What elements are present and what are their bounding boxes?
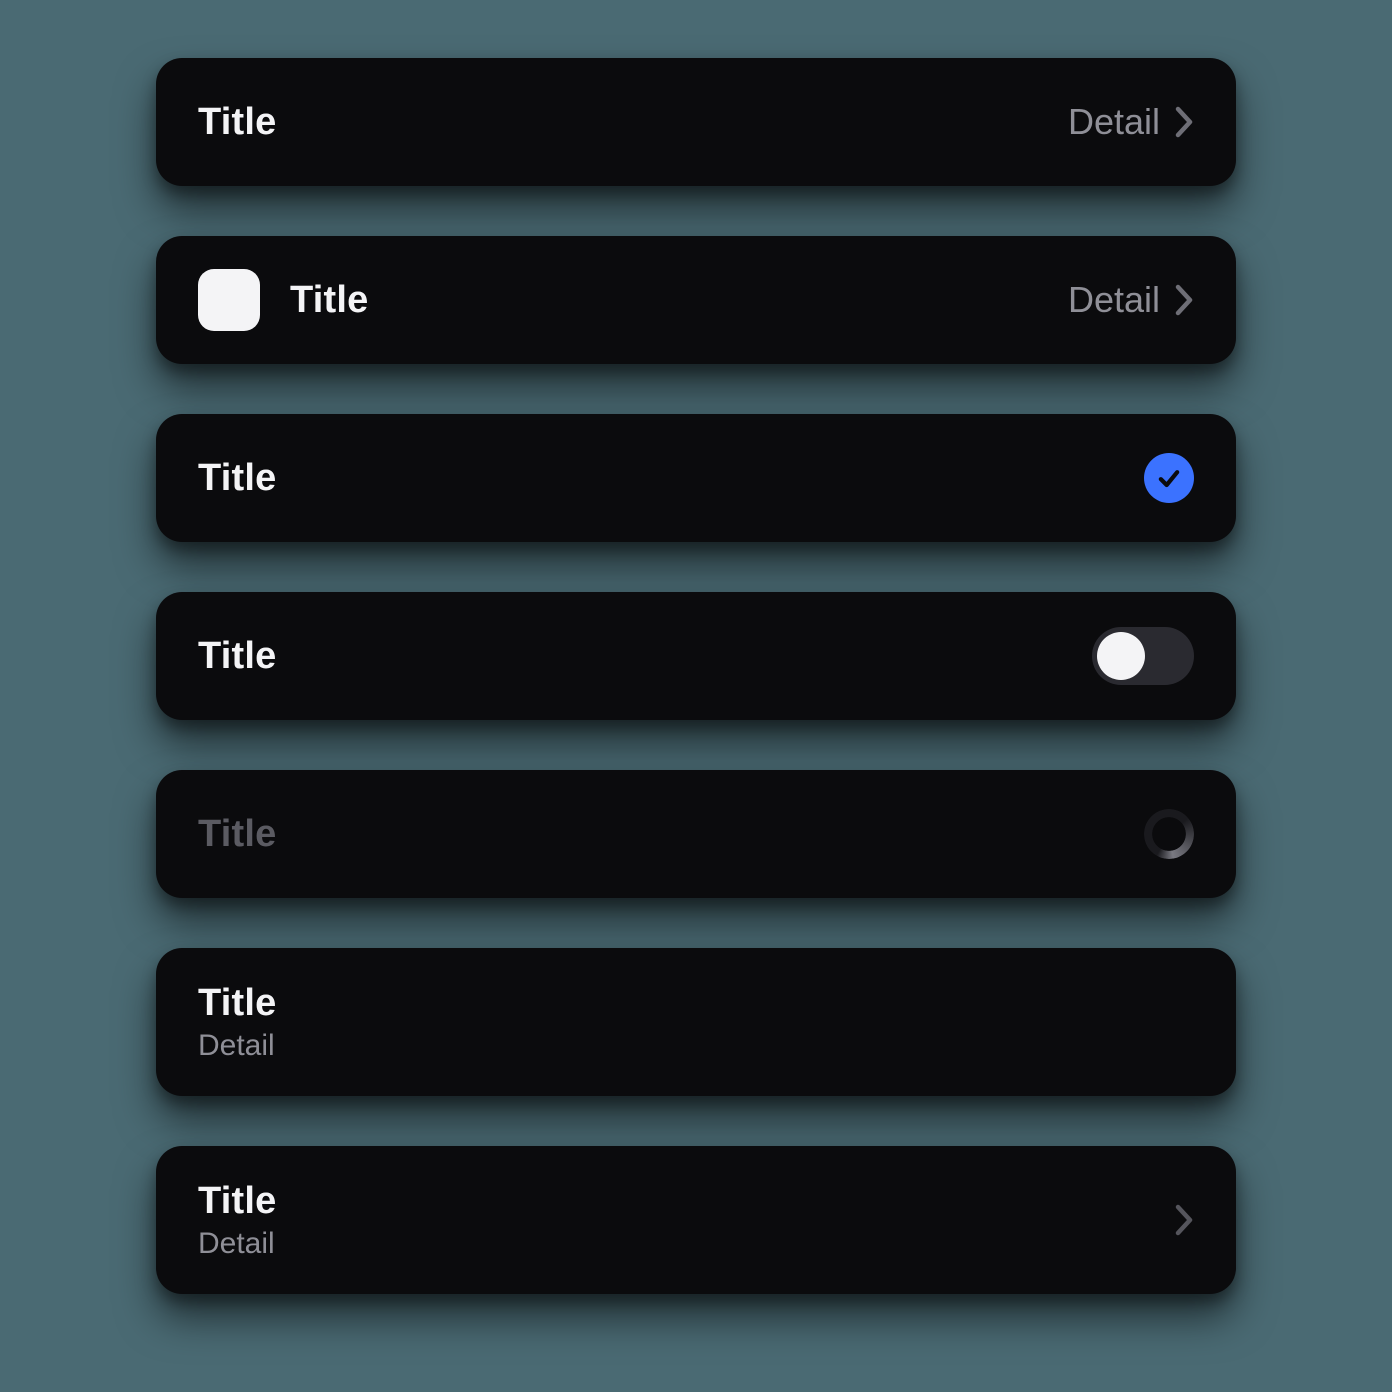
row-title: Title [198, 813, 276, 856]
chevron-right-icon [1174, 283, 1194, 317]
row-title: Title [290, 279, 368, 322]
chevron-right-icon [1174, 1203, 1194, 1237]
row-title: Title [198, 982, 276, 1025]
thumbnail-icon [198, 269, 260, 331]
list-row-subtitle[interactable]: Title Detail [156, 948, 1236, 1096]
list-row-with-thumbnail[interactable]: Title Detail [156, 236, 1236, 364]
spinner-icon [1144, 809, 1194, 859]
toggle-switch[interactable] [1092, 627, 1194, 685]
chevron-right-icon [1174, 105, 1194, 139]
row-subtitle: Detail [198, 1029, 276, 1063]
row-title: Title [198, 635, 276, 678]
row-detail: Detail [1068, 101, 1160, 143]
row-title: Title [198, 457, 276, 500]
checkmark-badge-icon [1144, 453, 1194, 503]
list-row-toggle: Title [156, 592, 1236, 720]
row-title: Title [198, 1180, 276, 1223]
row-title: Title [198, 101, 276, 144]
list-row-loading: Title [156, 770, 1236, 898]
list-stack: Title Detail Title Detail Title [156, 58, 1236, 1294]
row-detail: Detail [1068, 279, 1160, 321]
toggle-knob [1097, 632, 1145, 680]
list-row-basic[interactable]: Title Detail [156, 58, 1236, 186]
row-subtitle: Detail [198, 1227, 276, 1261]
list-row-checkmark[interactable]: Title [156, 414, 1236, 542]
list-row-subtitle-chevron[interactable]: Title Detail [156, 1146, 1236, 1294]
